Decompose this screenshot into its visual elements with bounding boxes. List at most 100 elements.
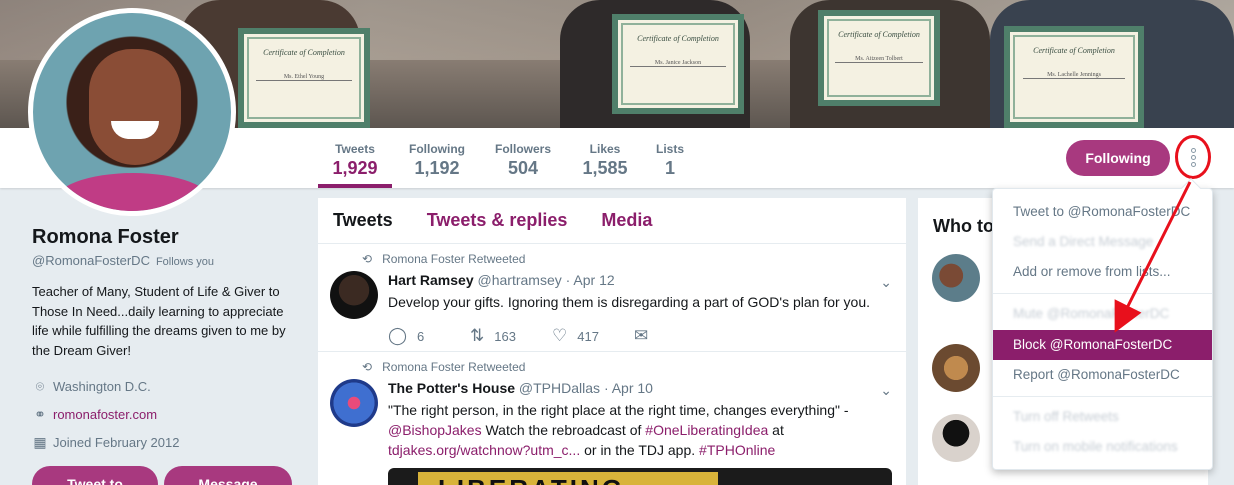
retweeted-by[interactable]: Romona Foster Retweeted	[382, 360, 525, 374]
tweet-author[interactable]: Hart Ramsey	[388, 272, 474, 288]
retweet-context: ⟲ Romona Foster Retweeted	[362, 252, 525, 266]
certificate-title: Certificate of Completion	[838, 30, 920, 39]
tweet-text: "The right person, in the right place at…	[388, 400, 888, 460]
tweet-author[interactable]: The Potter's House	[388, 380, 515, 396]
tweet-avatar[interactable]	[330, 271, 378, 319]
stat-following[interactable]: Following 1,192	[402, 128, 472, 188]
stat-value: 1,585	[582, 158, 628, 178]
stat-lists[interactable]: Lists 1	[652, 128, 688, 188]
certificate-name: Ms. Ethel Young	[256, 74, 352, 81]
menu-item-lists[interactable]: Add or remove from lists...	[993, 257, 1212, 287]
retweet-icon: ⟲	[362, 252, 373, 266]
tweet-text-part: Watch the rebroadcast of	[481, 422, 646, 438]
stat-likes[interactable]: Likes 1,585	[576, 128, 634, 188]
like-count: 417	[577, 328, 599, 344]
tweet-actions: ◯ 6 ⇅ 163 ♡ 417 ✉	[388, 326, 716, 346]
tweet-header: The Potter's House @TPHDallas · Apr 10	[388, 380, 653, 396]
certificate-title: Certificate of Completion	[263, 48, 345, 57]
stat-value: 504	[507, 158, 539, 178]
chevron-down-icon[interactable]: ⌄	[880, 382, 892, 399]
menu-item-mute[interactable]: Mute @RomonaFosterDC	[993, 299, 1212, 329]
suggestion-avatar[interactable]	[932, 254, 980, 302]
profile-bio: Teacher of Many, Student of Life & Giver…	[32, 284, 286, 358]
menu-item-tweet-to[interactable]: Tweet to @RomonaFosterDC	[993, 197, 1212, 227]
certificate-name: Ms. Lachelle Jennings	[1022, 72, 1126, 79]
media-text: LIBERATING	[438, 474, 625, 485]
profile-actions-menu: Tweet to @RomonaFosterDC Send a Direct M…	[992, 178, 1213, 470]
certificate-name: Ms. Aitzeen Tolbert	[835, 56, 923, 63]
menu-item-direct-message[interactable]: Send a Direct Message	[993, 227, 1212, 257]
chevron-down-icon[interactable]: ⌄	[880, 274, 892, 291]
certificate: Certificate of Completion Ms. Janice Jac…	[612, 14, 744, 114]
handle-text[interactable]: @RomonaFosterDC	[32, 253, 150, 268]
stat-value: 1,192	[414, 158, 460, 178]
tweet-date[interactable]: · Apr 10	[604, 380, 653, 396]
retweet-button[interactable]: ⇅ 163	[470, 326, 552, 346]
reply-button[interactable]: ◯ 6	[388, 326, 470, 346]
tweet-handle[interactable]: @TPHDallas	[519, 380, 600, 396]
location-icon: ⌾	[35, 377, 45, 394]
tweet[interactable]: ⟲ Romona Foster Retweeted The Potter's Ho…	[318, 352, 906, 485]
url-link[interactable]: tdjakes.org/watchnow?utm_c...	[388, 442, 580, 458]
stat-label: Following	[409, 142, 465, 156]
tweet-text-part: or in the TDJ app.	[580, 442, 700, 458]
dm-icon: ✉	[634, 326, 649, 345]
avatar[interactable]	[28, 8, 236, 216]
suggestion-avatar[interactable]	[932, 344, 980, 392]
menu-divider	[993, 293, 1212, 294]
stat-value: 1	[664, 158, 675, 178]
like-icon: ♡	[552, 326, 568, 345]
tab-tweets[interactable]: Tweets	[333, 210, 393, 231]
hashtag-link[interactable]: #OneLiberatingIdea	[645, 422, 768, 438]
annotation-circle	[1175, 135, 1211, 179]
avatar-shirt	[53, 173, 213, 211]
following-button[interactable]: Following	[1066, 140, 1170, 176]
menu-item-report[interactable]: Report @RomonaFosterDC	[993, 360, 1212, 390]
tweet-to-button[interactable]: Tweet to	[32, 466, 158, 485]
menu-divider	[993, 396, 1212, 397]
certificate-title: Certificate of Completion	[1033, 46, 1115, 55]
mention-link[interactable]: @BishopJakes	[388, 422, 482, 438]
tweet[interactable]: ⟲ Romona Foster Retweeted Hart Ramsey @ha…	[318, 244, 906, 352]
avatar-face	[89, 49, 181, 165]
profile-handle: @RomonaFosterDC Follows you	[32, 253, 302, 268]
stat-tweets[interactable]: Tweets 1,929	[318, 128, 392, 188]
profile-name[interactable]: Romona Foster	[32, 226, 302, 249]
menu-item-notifications[interactable]: Turn on mobile notifications	[993, 432, 1212, 462]
retweeted-by[interactable]: Romona Foster Retweeted	[382, 252, 525, 266]
retweet-icon: ⟲	[362, 360, 373, 374]
certificate-title: Certificate of Completion	[637, 34, 719, 43]
reply-icon: ◯	[388, 326, 408, 345]
retweet-count: 163	[494, 328, 516, 344]
tab-media[interactable]: Media	[601, 210, 652, 231]
website-link[interactable]: romonafoster.com	[53, 407, 157, 422]
stat-label: Lists	[655, 142, 684, 156]
hashtag-link[interactable]: #TPHOnline	[699, 442, 775, 458]
stat-label: Tweets	[335, 142, 375, 156]
certificate: Certificate of Completion Ms. Lachelle J…	[1004, 26, 1144, 128]
tweet-text-part: at	[768, 422, 784, 438]
tweet-handle[interactable]: @hartramsey	[478, 272, 562, 288]
stat-followers[interactable]: Followers 504	[490, 128, 556, 188]
joined-text: Joined February 2012	[53, 434, 180, 450]
tweet-avatar[interactable]	[330, 379, 378, 427]
menu-item-retweets[interactable]: Turn off Retweets	[993, 402, 1212, 432]
tweet-media[interactable]: LIBERATING	[388, 468, 892, 485]
retweet-context: ⟲ Romona Foster Retweeted	[362, 360, 525, 374]
tweet-text-part: "The right person, in the right place at…	[388, 402, 849, 418]
certificate: Certificate of Completion Ms. Ethel Youn…	[238, 28, 370, 128]
retweet-icon: ⇅	[470, 326, 485, 345]
suggestion-avatar[interactable]	[932, 414, 980, 462]
link-icon: ⚭	[34, 405, 46, 422]
stat-label: Followers	[494, 142, 551, 156]
calendar-icon: ▦	[33, 433, 47, 450]
menu-item-block[interactable]: Block @RomonaFosterDC	[993, 330, 1212, 360]
certificate: Certificate of Completion Ms. Aitzeen To…	[818, 10, 940, 106]
tweet-date[interactable]: · Apr 12	[566, 272, 615, 288]
message-button[interactable]: Message	[164, 466, 292, 485]
tweet-header: Hart Ramsey @hartramsey · Apr 12	[388, 272, 615, 288]
like-button[interactable]: ♡ 417	[552, 326, 634, 346]
profile-joined: ▦ Joined February 2012	[32, 428, 302, 456]
dm-button[interactable]: ✉	[634, 326, 716, 346]
tab-tweets-replies[interactable]: Tweets & replies	[427, 210, 568, 231]
